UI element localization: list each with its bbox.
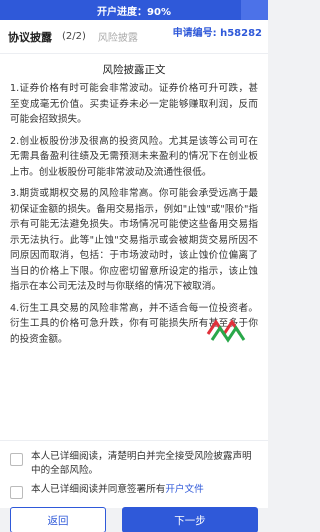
account-documents-link[interactable]: 开户文件: [165, 484, 203, 495]
application-number: 申请编号: h58282: [172, 28, 262, 39]
agree-risk-label: 本人已详细阅读，清楚明白并完全接受风险披露声明中的全部风险。: [31, 451, 252, 476]
disclosure-content[interactable]: 风险披露正文 1.证券价格有时可能会非常波动。证券价格可升可跌，甚至变成毫无价值…: [0, 54, 268, 440]
agree-documents-row[interactable]: 本人已详细阅读并同意签署所有开户文件: [10, 483, 258, 499]
next-step-button[interactable]: 下一步: [122, 507, 258, 532]
tab-risk-disclosure[interactable]: 风险披露: [98, 29, 138, 44]
back-button[interactable]: 返回: [10, 507, 106, 532]
progress-label: 开户进度：90%: [97, 6, 171, 18]
disclosure-paragraph: 3.期货或期权交易的风险非常高。你可能会承受远高于最初保证金额的损失。备用交易指…: [10, 188, 258, 292]
disclosure-title: 风险披露正文: [102, 64, 166, 76]
watermark-logo-icon: [206, 319, 246, 343]
disclosure-paragraph: 1.证券价格有时可能会非常波动。证券价格可升可跌，甚至变成毫无价值。买卖证券未必…: [10, 83, 258, 125]
disclosure-paragraph: 2.创业板股份涉及很高的投资风险。尤其是该等公司可在无需具备盈利往绩及无需预测未…: [10, 135, 258, 178]
agree-documents-label: 本人已详细阅读并同意签署所有: [31, 484, 166, 495]
agreement-section: 本人已详细阅读，清楚明白并完全接受风险披露声明中的全部风险。 本人已详细阅读并同…: [0, 440, 268, 508]
progress-bar: 开户进度：90%: [0, 0, 268, 20]
page-header: 协议披露 (2/2) 风险披露 申请编号: h58282: [0, 20, 268, 54]
agree-risk-checkbox[interactable]: [10, 453, 23, 466]
agree-documents-checkbox[interactable]: [10, 486, 23, 499]
progress-remaining: [241, 0, 268, 20]
agree-risk-row[interactable]: 本人已详细阅读，清楚明白并完全接受风险披露声明中的全部风险。: [10, 450, 258, 478]
step-indicator: (2/2): [62, 31, 86, 42]
footer-actions: 返回 下一步: [0, 507, 268, 532]
tab-agreement-disclosure[interactable]: 协议披露: [8, 29, 52, 45]
